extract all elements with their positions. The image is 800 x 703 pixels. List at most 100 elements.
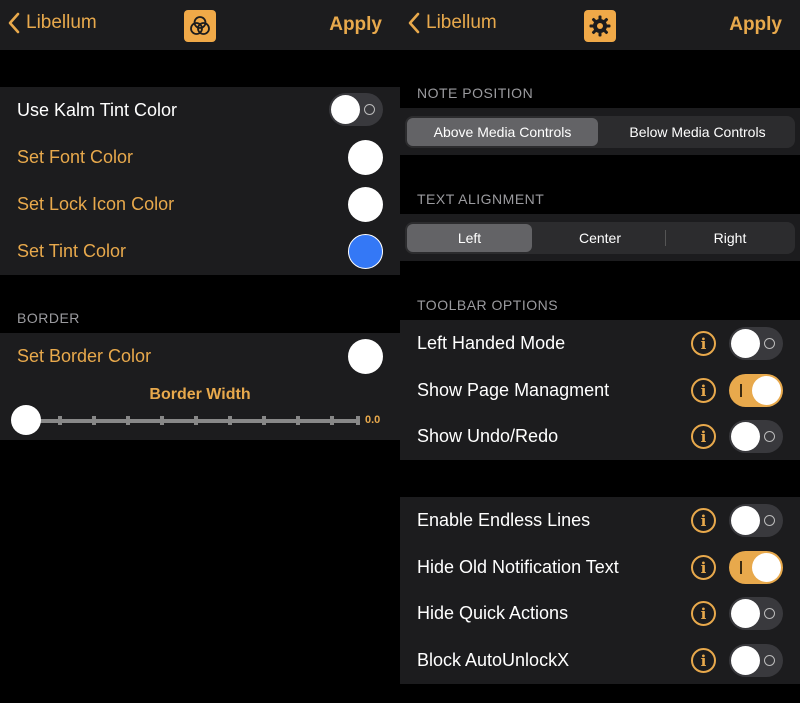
set-font-color-label: Set Font Color [17,147,134,167]
slider-tick [160,416,164,425]
chevron-left-icon [8,12,20,34]
toggle-off-indicator-icon [764,608,775,619]
use-kalm-tint-toggle[interactable] [329,93,383,126]
hide-old-notification-text-toggle[interactable] [729,551,783,584]
toggle-knob [752,376,781,405]
slider-tick [228,416,232,425]
note-position-below-option[interactable]: Below Media Controls [602,118,793,146]
chevron-left-icon [408,12,420,34]
set-font-color-row[interactable]: Set Font Color [0,134,400,181]
info-icon[interactable]: i [691,424,716,449]
left-back-button[interactable]: Libellum [8,12,97,34]
hide-old-notification-text-label: Hide Old Notification Text [417,557,619,577]
slider-tick [58,416,62,425]
note-position-header: NOTE POSITION [417,85,534,101]
toggle-knob [752,553,781,582]
toggle-knob [731,599,760,628]
enable-endless-lines-row: Enable Endless Lines i [400,497,800,544]
toggle-on-indicator-icon [740,384,742,397]
show-page-managment-toggle[interactable] [729,374,783,407]
slider-tick [126,416,130,425]
toolbar-options-group: Left Handed Mode i Show Page Managment i… [400,320,800,460]
slider-tick [262,416,266,425]
left-handed-mode-label: Left Handed Mode [417,333,566,353]
note-position-above-option[interactable]: Above Media Controls [407,118,598,146]
text-align-right-option[interactable]: Right [667,224,793,252]
enable-endless-lines-label: Enable Endless Lines [417,510,591,530]
right-apply-button[interactable]: Apply [729,14,782,36]
border-width-title: Border Width [149,386,251,403]
left-apply-button[interactable]: Apply [329,14,382,36]
font-color-swatch[interactable] [348,140,383,175]
enable-endless-lines-toggle[interactable] [729,504,783,537]
toggle-off-indicator-icon [764,655,775,666]
border-width-slider-track[interactable] [24,416,360,425]
toggle-off-indicator-icon [764,515,775,526]
text-alignment-header: TEXT ALIGNMENT [417,191,545,207]
toggle-knob [731,646,760,675]
set-border-color-row[interactable]: Set Border Color [0,333,400,380]
left-handed-mode-toggle[interactable] [729,327,783,360]
border-color-swatch[interactable] [348,339,383,374]
toggle-knob [331,95,360,124]
block-autounlockx-row: Block AutoUnlockX i [400,637,800,684]
border-section-header: BORDER [17,310,80,326]
color-settings-group: Use Kalm Tint Color Set Font Color Set L… [0,87,400,275]
show-undo-redo-toggle[interactable] [729,420,783,453]
show-undo-redo-row: Show Undo/Redo i [400,413,800,460]
left-settings-panel: Libellum Apply Use Kalm Tint Color Set F… [0,0,400,703]
set-lock-icon-color-label: Set Lock Icon Color [17,194,175,214]
segment-divider [665,230,666,246]
note-position-group: Above Media Controls Below Media Control… [400,108,800,155]
text-alignment-segmented-control: Left Center Right [405,222,795,254]
slider-tick [296,416,300,425]
note-position-segmented-control: Above Media Controls Below Media Control… [405,116,795,148]
toggle-off-indicator-icon [764,431,775,442]
border-width-value: 0.0 [365,414,381,426]
set-tint-color-row[interactable]: Set Tint Color [0,228,400,275]
set-lock-icon-color-row[interactable]: Set Lock Icon Color [0,181,400,228]
show-page-managment-row: Show Page Managment i [400,367,800,414]
set-tint-color-label: Set Tint Color [17,241,127,261]
left-handed-mode-row: Left Handed Mode i [400,320,800,367]
gear-icon [584,10,616,42]
left-navigation-bar: Libellum Apply [0,0,400,50]
use-kalm-tint-label: Use Kalm Tint Color [17,100,178,120]
slider-tick [356,416,360,425]
toggle-knob [731,506,760,535]
toolbar-options-header: TOOLBAR OPTIONS [417,297,559,313]
left-back-label: Libellum [26,12,97,33]
right-navigation-bar: Libellum Apply [400,0,800,50]
hide-quick-actions-row: Hide Quick Actions i [400,590,800,637]
toggle-knob [731,329,760,358]
text-alignment-group: Left Center Right [400,214,800,261]
slider-tick [330,416,334,425]
info-icon[interactable]: i [691,555,716,580]
info-icon[interactable]: i [691,508,716,533]
hide-quick-actions-label: Hide Quick Actions [417,603,569,623]
toggle-off-indicator-icon [364,104,375,115]
show-page-managment-label: Show Page Managment [417,380,610,400]
tint-color-swatch[interactable] [348,234,383,269]
text-align-center-option[interactable]: Center [537,224,663,252]
lock-icon-color-swatch[interactable] [348,187,383,222]
slider-tick [92,416,96,425]
show-undo-redo-label: Show Undo/Redo [417,426,559,446]
right-back-button[interactable]: Libellum [408,12,497,34]
border-width-slider-knob[interactable] [11,405,41,435]
block-autounlockx-toggle[interactable] [729,644,783,677]
right-back-label: Libellum [426,12,497,33]
slider-tick [194,416,198,425]
toggle-off-indicator-icon [764,338,775,349]
hide-quick-actions-toggle[interactable] [729,597,783,630]
color-circles-icon [184,10,216,42]
info-icon[interactable]: i [691,648,716,673]
use-kalm-tint-row: Use Kalm Tint Color [0,87,400,134]
set-border-color-label: Set Border Color [17,346,152,366]
text-align-left-option[interactable]: Left [407,224,532,252]
toggle-on-indicator-icon [740,561,742,574]
info-icon[interactable]: i [691,331,716,356]
block-autounlockx-label: Block AutoUnlockX [417,650,570,670]
info-icon[interactable]: i [691,601,716,626]
info-icon[interactable]: i [691,378,716,403]
